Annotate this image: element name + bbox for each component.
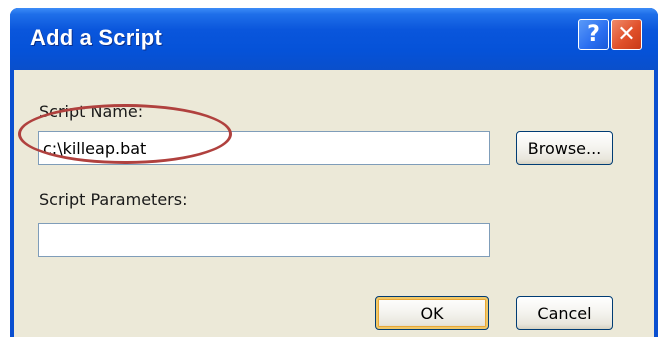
script-name-label: Script Name: (39, 102, 144, 121)
browse-button[interactable]: Browse... (516, 131, 613, 165)
help-button[interactable]: ? (578, 19, 609, 50)
script-name-input[interactable] (38, 131, 490, 165)
title-bar[interactable]: Add a Script ? ✕ (10, 8, 658, 70)
script-parameters-input[interactable] (38, 223, 490, 257)
help-icon: ? (587, 22, 600, 47)
add-script-dialog: Add a Script ? ✕ Script Name: Browse... … (10, 8, 658, 337)
script-parameters-label: Script Parameters: (39, 190, 188, 209)
dialog-body: Script Name: Browse... Script Parameters… (14, 70, 654, 337)
dialog-title: Add a Script (30, 25, 162, 50)
ok-button[interactable]: OK (375, 296, 489, 330)
close-icon: ✕ (617, 22, 636, 47)
close-button[interactable]: ✕ (611, 19, 642, 50)
cancel-button[interactable]: Cancel (516, 296, 613, 330)
